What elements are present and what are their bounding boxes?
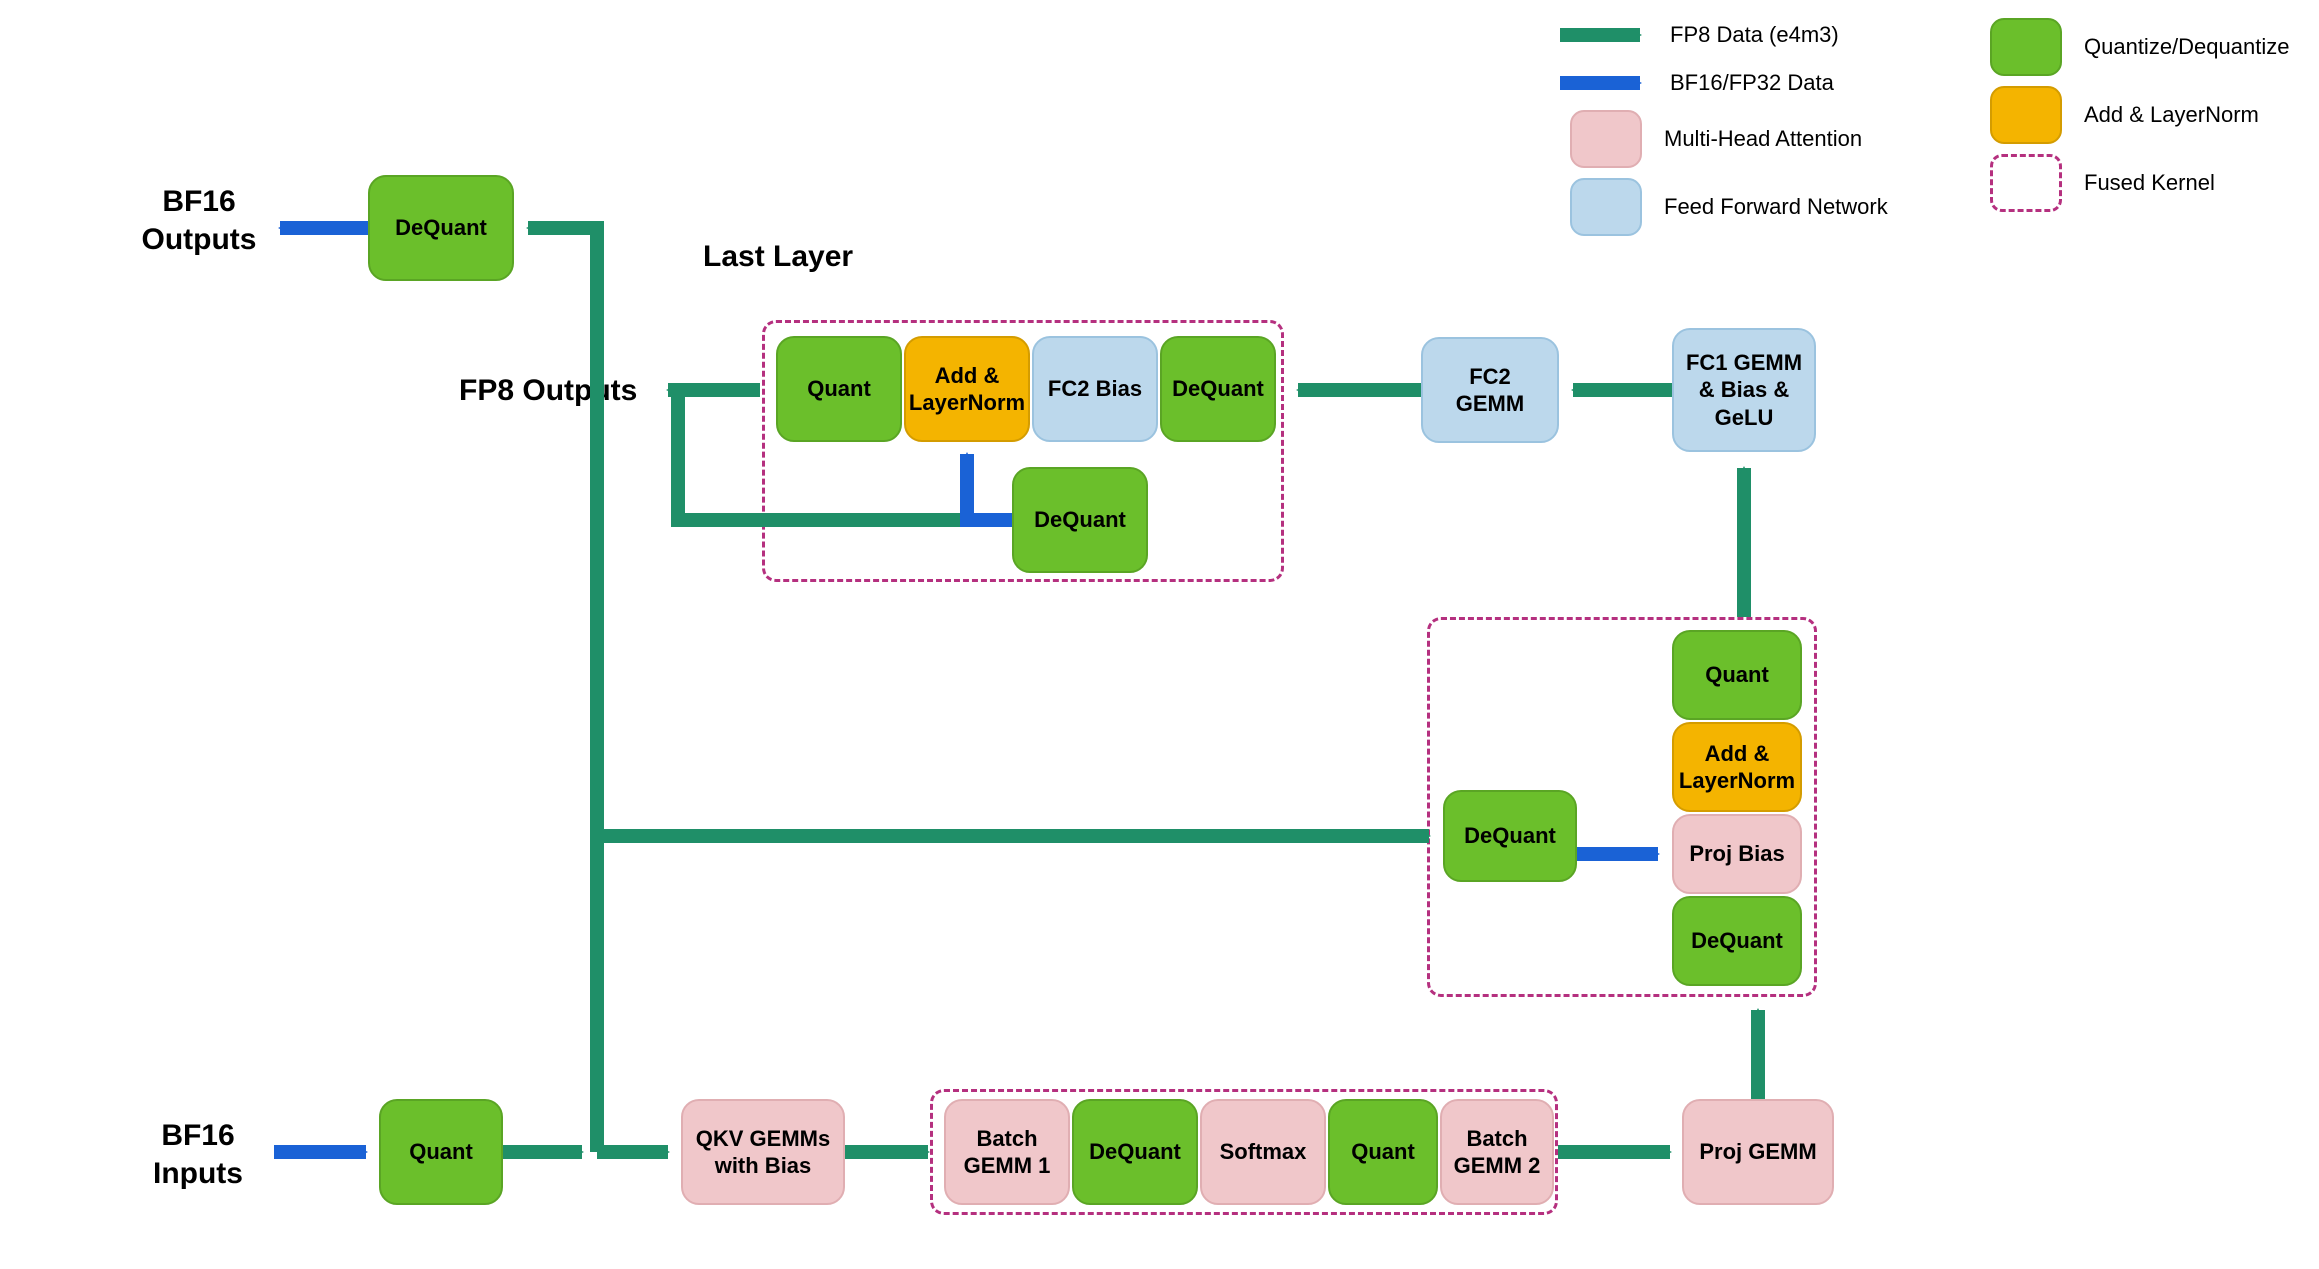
proj-bias: Proj Bias [1672, 814, 1802, 894]
quant-input: Quant [379, 1099, 503, 1205]
legend-fused-swatch [1990, 154, 2062, 212]
legend-mha-text: Multi-Head Attention [1664, 126, 1862, 152]
softmax: Softmax [1200, 1099, 1326, 1205]
batch-gemm-1: Batch GEMM 1 [944, 1099, 1070, 1205]
dequant-attn-left: DeQuant [1443, 790, 1577, 882]
quant-attn-post: Quant [1672, 630, 1802, 720]
bf16-outputs-label: BF16 Outputs [119, 183, 279, 258]
legend-bf16-arrow: BF16/FP32 Data [1670, 70, 1834, 96]
fc1-gemm: FC1 GEMM & Bias & GeLU [1672, 328, 1816, 452]
legend-ffn-swatch [1570, 178, 1642, 236]
legend-ffn-text: Feed Forward Network [1664, 194, 1888, 220]
fp8-outputs-label: FP8 Outputs [459, 372, 637, 410]
fc2-bias: FC2 Bias [1032, 336, 1158, 442]
legend-fused-text: Fused Kernel [2084, 170, 2215, 196]
legend-mha: Multi-Head Attention [1570, 110, 1862, 168]
qkv-gemms: QKV GEMMs with Bias [681, 1099, 845, 1205]
arrows-overlay [0, 0, 2319, 1269]
dequant-attn-bottom: DeQuant [1672, 896, 1802, 986]
legend-quant: Quantize/Dequantize [1990, 18, 2289, 76]
dequant-top: DeQuant [368, 175, 514, 281]
dequant-ffn-mid: DeQuant [1012, 467, 1148, 573]
batch-gemm-2: Batch GEMM 2 [1440, 1099, 1554, 1205]
fc2-gemm: FC2 GEMM [1421, 337, 1559, 443]
bf16-inputs-label: BF16 Inputs [128, 1117, 268, 1192]
legend-fp8-text: FP8 Data (e4m3) [1670, 22, 1839, 48]
legend-fused: Fused Kernel [1990, 154, 2215, 212]
legend-addln-text: Add & LayerNorm [2084, 102, 2259, 128]
legend-fp8-arrow: FP8 Data (e4m3) [1670, 22, 1839, 48]
add-layernorm-ffn: Add & LayerNorm [904, 336, 1030, 442]
add-layernorm-attn: Add & LayerNorm [1672, 722, 1802, 812]
legend-bf16-text: BF16/FP32 Data [1670, 70, 1834, 96]
proj-gemm: Proj GEMM [1682, 1099, 1834, 1205]
dequant-ffn-right: DeQuant [1160, 336, 1276, 442]
dequant-softmax: DeQuant [1072, 1099, 1198, 1205]
legend-addln: Add & LayerNorm [1990, 86, 2259, 144]
legend-quant-text: Quantize/Dequantize [2084, 34, 2289, 60]
legend-addln-swatch [1990, 86, 2062, 144]
legend-ffn: Feed Forward Network [1570, 178, 1888, 236]
legend-quant-swatch [1990, 18, 2062, 76]
last-layer-label: Last Layer [703, 238, 853, 276]
legend-mha-swatch [1570, 110, 1642, 168]
quant-ffn: Quant [776, 336, 902, 442]
quant-softmax: Quant [1328, 1099, 1438, 1205]
